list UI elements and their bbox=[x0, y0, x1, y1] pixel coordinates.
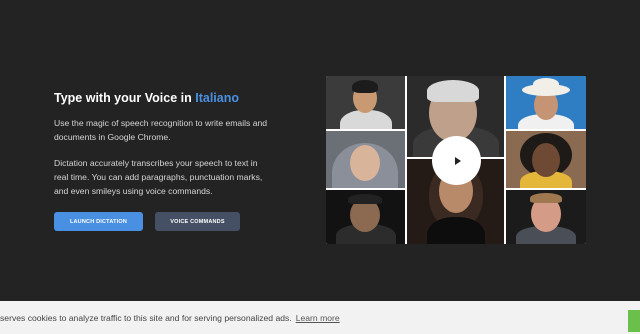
hero-section: Type with your Voice in Italiano Use the… bbox=[54, 90, 274, 231]
portrait-tile bbox=[506, 131, 586, 188]
cookie-accept-button[interactable] bbox=[628, 310, 640, 332]
page-title: Type with your Voice in Italiano bbox=[54, 90, 274, 106]
intro-paragraph: Use the magic of speech recognition to w… bbox=[54, 118, 268, 142]
play-button[interactable] bbox=[432, 136, 481, 185]
headline-prefix: Type with your Voice in bbox=[54, 91, 196, 105]
voice-commands-button[interactable]: VOICE COMMANDS bbox=[155, 212, 240, 231]
video-collage[interactable] bbox=[326, 76, 586, 244]
language-label: Italiano bbox=[195, 91, 239, 105]
portrait-tile bbox=[326, 190, 405, 244]
description-paragraph: Dictation accurately transcribes your sp… bbox=[54, 158, 263, 196]
cookie-notice: serves cookies to analyze traffic to thi… bbox=[0, 313, 340, 323]
portrait-tile bbox=[506, 76, 586, 129]
portrait-tile bbox=[326, 76, 405, 129]
portrait-tile bbox=[506, 190, 586, 244]
learn-more-link[interactable]: Learn more bbox=[296, 313, 340, 323]
cookie-banner: serves cookies to analyze traffic to thi… bbox=[0, 301, 640, 334]
portrait-tile bbox=[326, 131, 405, 188]
launch-dictation-button[interactable]: LAUNCH DICTATION bbox=[54, 212, 143, 231]
play-icon bbox=[454, 156, 461, 165]
cookie-message: serves cookies to analyze traffic to thi… bbox=[0, 313, 292, 323]
